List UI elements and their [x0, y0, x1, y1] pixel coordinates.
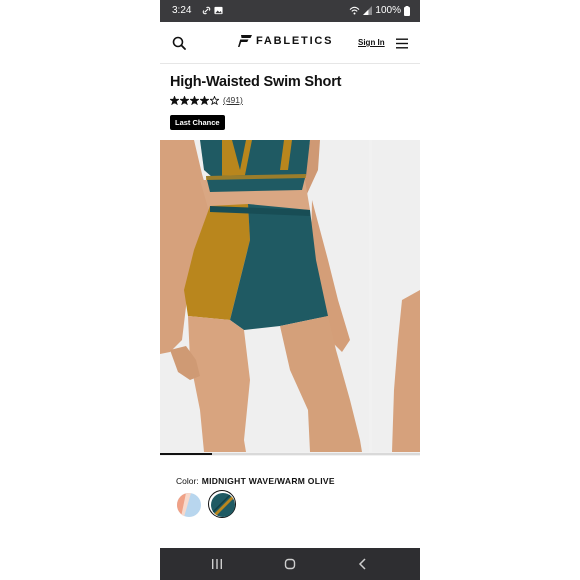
product-gallery[interactable] [160, 140, 420, 456]
rating-row[interactable]: (491) [170, 95, 243, 105]
gallery-notification-icon [214, 6, 223, 15]
link-icon [202, 6, 211, 15]
product-title: High-Waisted Swim Short [170, 74, 342, 90]
last-chance-badge: Last Chance [170, 115, 225, 130]
product-image-main[interactable] [160, 140, 369, 452]
menu-icon[interactable] [396, 38, 408, 49]
battery-icon [404, 5, 410, 16]
recent-apps-icon[interactable] [210, 557, 224, 571]
swatch-midnight-wave-warm-olive-icon [211, 493, 235, 517]
star-empty-icon [210, 95, 219, 105]
star-filled-icon [170, 95, 179, 105]
site-header: FABLETICS Sign In [160, 22, 420, 64]
search-icon[interactable] [172, 36, 186, 50]
brand[interactable]: FABLETICS [238, 35, 333, 47]
swatch-coral-blue-icon [177, 493, 201, 517]
status-right: 100% [349, 5, 410, 16]
wifi-icon [350, 6, 360, 15]
star-filled-icon [180, 95, 189, 105]
back-icon[interactable] [356, 557, 370, 571]
color-value: MIDNIGHT WAVE/WARM OLIVE [201, 476, 335, 486]
battery-percent: 100% [375, 5, 401, 16]
system-nav-bar [160, 548, 420, 580]
status-time: 3:24 [172, 5, 192, 16]
phone-screen: 3:24 100% FABLETICS Sign In High-Waisted… [160, 0, 420, 580]
swatch-coral-blue[interactable] [174, 490, 202, 518]
gallery-progress-track [160, 453, 420, 455]
signal-icon [363, 6, 373, 15]
status-bar: 3:24 100% [160, 0, 420, 22]
product-image-next[interactable] [372, 140, 420, 452]
star-filled-icon [200, 95, 209, 105]
color-swatches [174, 490, 236, 518]
color-label: Color: [176, 476, 199, 486]
star-filled-icon [190, 95, 199, 105]
sign-in-link[interactable]: Sign In [358, 38, 385, 47]
swatch-midnight-wave-warm-olive[interactable] [208, 490, 236, 518]
brand-name: FABLETICS [256, 35, 334, 47]
brand-logo-icon [238, 35, 252, 47]
gallery-progress-fill [160, 453, 212, 455]
rating-stars [170, 95, 219, 105]
color-row: Color: MIDNIGHT WAVE/WARM OLIVE [176, 476, 335, 486]
review-count-link[interactable]: (491) [223, 95, 243, 105]
home-icon[interactable] [283, 557, 297, 571]
